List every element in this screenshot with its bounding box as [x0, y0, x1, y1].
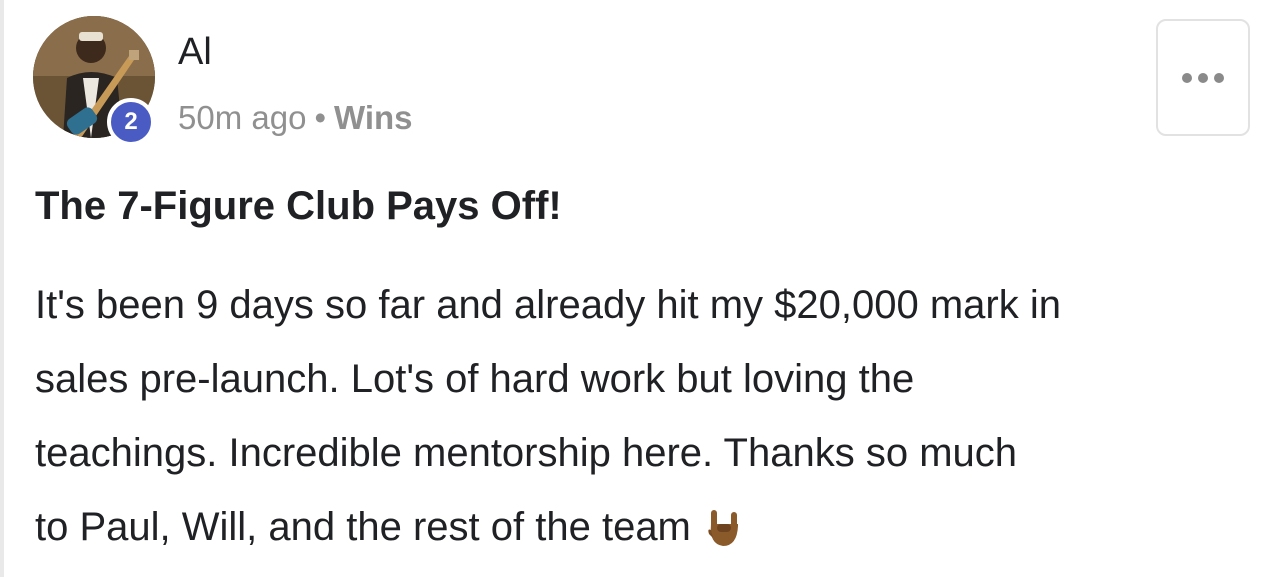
post-category[interactable]: Wins [334, 99, 413, 136]
post-title[interactable]: The 7-Figure Club Pays Off! [35, 182, 562, 230]
rock-on-hand-icon [707, 498, 741, 572]
post-body-line: It's been 9 days so far and already hit … [35, 283, 1061, 327]
post-body: It's been 9 days so far and already hit … [35, 268, 1253, 572]
more-options-icon [1182, 72, 1224, 83]
post-time: 50m ago [178, 99, 307, 136]
level-badge: 2 [107, 98, 155, 146]
meta-separator: • [314, 99, 326, 136]
author-name[interactable]: Al [178, 30, 212, 74]
author-avatar-container[interactable]: 2 [33, 16, 155, 146]
post-body-line: teachings. Incredible mentorship here. T… [35, 431, 1018, 475]
more-options-button[interactable] [1156, 19, 1250, 136]
post-body-line-last: to Paul, Will, and the rest of the team [35, 490, 1253, 572]
post-body-line-text: to Paul, Will, and the rest of the team [35, 505, 691, 549]
post-body-line: sales pre-launch. Lot's of hard work but… [35, 357, 915, 401]
post-meta: 50m ago • Wins [178, 98, 413, 138]
post-card: 2 Al 50m ago • Wins The 7-Figure Club Pays… [0, 0, 1262, 577]
